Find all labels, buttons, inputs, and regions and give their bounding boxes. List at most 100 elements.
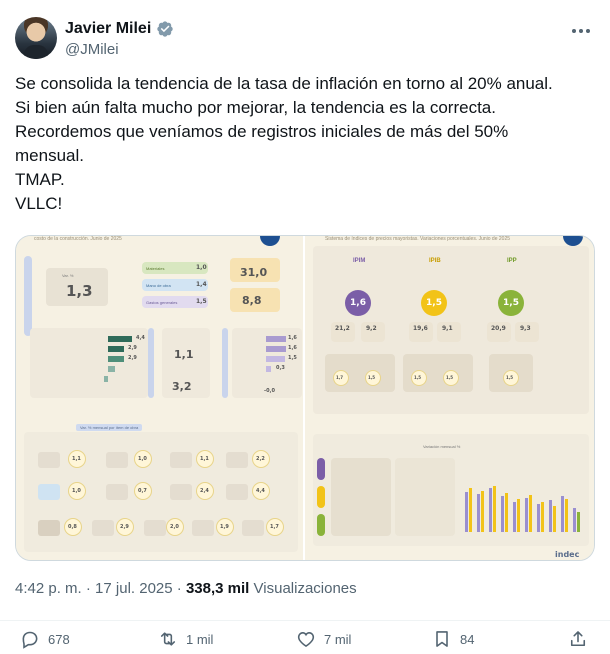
chart-bar xyxy=(493,486,496,532)
views-label: Visualizaciones xyxy=(253,580,357,597)
share-icon xyxy=(570,631,586,647)
tweet-date[interactable]: 17 jul. 2025 xyxy=(95,580,173,597)
more-options-icon[interactable] xyxy=(567,21,595,41)
index-sub-value: 20,9 xyxy=(491,325,506,332)
tweet-line: VLLC! xyxy=(15,194,63,213)
chapter-value: 2,9 xyxy=(128,355,137,361)
chart-bar xyxy=(465,492,468,532)
chapter-bar xyxy=(108,356,124,362)
ytd-value: 8,8 xyxy=(242,294,262,307)
item-value: 0,7 xyxy=(138,488,147,494)
general-value: -0,0 xyxy=(264,388,275,394)
index-sub-value: 21,2 xyxy=(335,325,350,332)
general-bar xyxy=(266,356,285,362)
separator: · xyxy=(85,580,91,597)
index-sub-value: 9,1 xyxy=(442,325,453,332)
index-circle: 1,6 xyxy=(345,290,371,316)
infographic-construction[interactable]: costo de la construcción. Junio de 2025 … xyxy=(16,236,305,560)
tweet-header: Javier Milei @JMilei xyxy=(15,15,595,63)
repost-count: 1 mil xyxy=(186,631,214,647)
tweet-line: Se consolida la tendencia de la tasa de … xyxy=(15,74,553,93)
like-button[interactable]: 7 mil xyxy=(296,629,351,649)
table-box xyxy=(395,458,455,536)
index-name: IPIM xyxy=(353,258,366,264)
chart-bar xyxy=(553,506,556,532)
item-icon xyxy=(92,520,114,536)
item-value: 4,4 xyxy=(256,488,265,494)
labor-value: 3,2 xyxy=(172,380,192,393)
tweet-line: Si bien aún falta mucho por mejorar, la … xyxy=(15,98,496,117)
item-icon xyxy=(170,484,192,500)
item-icon xyxy=(38,484,60,500)
item-value: 2,0 xyxy=(170,524,179,530)
breakdown-value: 1,4 xyxy=(196,281,207,288)
chapter-bar xyxy=(108,346,124,352)
breakdown-label: Mano de obra xyxy=(146,283,171,288)
repost-button[interactable]: 1 mil xyxy=(158,629,213,649)
like-count: 7 mil xyxy=(324,631,352,647)
breakdown-value: 1,0 xyxy=(196,264,207,271)
bookmark-button[interactable]: 84 xyxy=(432,629,474,649)
chart-bar xyxy=(529,495,532,532)
infographic-wholesale-prices[interactable]: Sistema de índices de precios mayoristas… xyxy=(305,236,594,560)
item-icon xyxy=(170,452,192,468)
chart-bar xyxy=(505,493,508,532)
repost-icon xyxy=(160,632,176,646)
item-icon xyxy=(106,452,128,468)
tweet-line: TMAP. xyxy=(15,170,65,189)
breakdown-value: 1,5 xyxy=(196,298,207,305)
item-value: 2,9 xyxy=(120,524,129,530)
infographic-title: Sistema de índices de precios mayoristas… xyxy=(325,236,511,242)
reply-icon xyxy=(22,631,38,649)
indec-logo: indec xyxy=(555,550,580,559)
author-handle[interactable]: @JMilei xyxy=(65,41,119,58)
row-tab xyxy=(317,514,325,536)
product-value: 1,5 xyxy=(446,375,454,380)
breakdown-label: Materiales xyxy=(146,266,165,271)
bookmark-count: 84 xyxy=(460,631,475,647)
tweet-text: Se consolida la tendencia de la tasa de … xyxy=(15,72,600,216)
chapter-bar xyxy=(108,366,115,372)
chart-bar xyxy=(549,500,552,532)
chart-bar xyxy=(477,494,480,532)
index-name: IPIB xyxy=(429,258,441,264)
media-container[interactable]: costo de la construcción. Junio de 2025 … xyxy=(15,235,595,561)
row-tab xyxy=(317,458,325,480)
chart-bar xyxy=(481,491,484,532)
bookmark-icon xyxy=(436,631,448,647)
views-count: 338,3 mil xyxy=(185,580,250,597)
item-value: 0,8 xyxy=(68,524,77,530)
item-value: 1,0 xyxy=(72,488,81,494)
chart-bar xyxy=(489,488,492,532)
item-value: 1,1 xyxy=(200,456,209,462)
side-tab xyxy=(24,256,32,336)
item-value: 1,7 xyxy=(270,524,279,530)
general-value: 1,6 xyxy=(288,345,297,351)
item-value: 1,0 xyxy=(138,456,147,462)
chart-bar xyxy=(577,512,580,532)
verified-badge-icon[interactable] xyxy=(156,20,174,38)
indec-badge-icon xyxy=(563,236,583,246)
general-bar xyxy=(266,346,286,352)
tweet-timestamp[interactable]: 4:42 p. m. · 17 jul. 2025 · 338,3 mil Vi… xyxy=(15,580,357,597)
item-value: 1,1 xyxy=(72,456,81,462)
general-value: 1,5 xyxy=(288,355,297,361)
index-sub-value: 9,3 xyxy=(520,325,531,332)
avatar[interactable] xyxy=(15,17,57,59)
product-value: 1,5 xyxy=(368,375,376,380)
tweet-time[interactable]: 4:42 p. m. xyxy=(15,580,82,597)
product-value: 1,5 xyxy=(414,375,422,380)
chapter-bar xyxy=(104,376,108,382)
chart-bar xyxy=(469,488,472,532)
author-name[interactable]: Javier Milei xyxy=(65,20,151,38)
total-value: 1,3 xyxy=(66,282,93,300)
reply-button[interactable]: 678 xyxy=(20,629,70,649)
annual-value: 31,0 xyxy=(240,266,268,279)
like-icon xyxy=(297,632,315,648)
tweet-line: Recordemos que veníamos de registros ini… xyxy=(15,122,509,141)
item-icon xyxy=(242,520,264,536)
item-value: 2,4 xyxy=(200,488,209,494)
side-tab xyxy=(148,328,154,398)
share-button[interactable] xyxy=(568,629,588,649)
breakdown-label: Gastos generales xyxy=(146,300,178,305)
